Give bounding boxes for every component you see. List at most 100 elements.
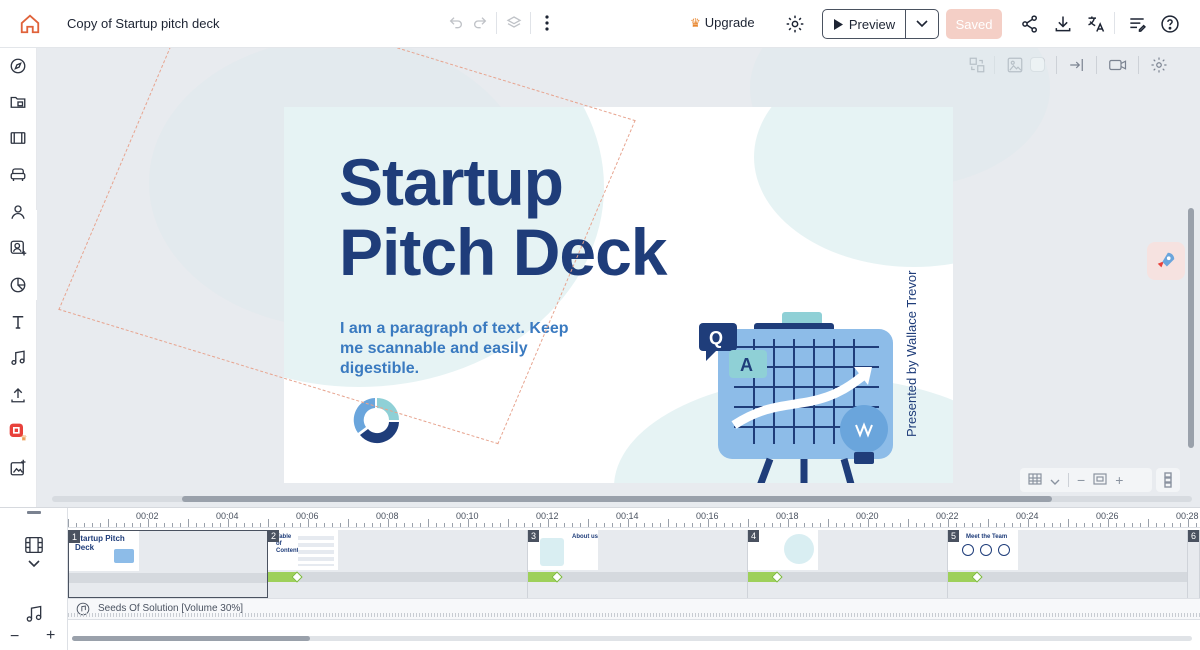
scene-clip[interactable]: Meet the Team 5 (948, 530, 1188, 598)
ruler-tick (940, 523, 941, 527)
translate-icon[interactable] (1085, 13, 1107, 35)
a-bubble-label: A (740, 355, 753, 375)
preview-dropdown-button[interactable] (906, 20, 938, 28)
chevron-down-icon[interactable] (1050, 472, 1060, 488)
preview-button[interactable]: Preview (823, 10, 906, 38)
transition-icon[interactable] (1068, 56, 1086, 74)
crown-icon: ♛ (690, 15, 701, 30)
fit-screen-icon[interactable] (1093, 472, 1107, 488)
timeline-scrollbar[interactable] (72, 636, 1192, 641)
ruler-tick (268, 519, 269, 527)
scene-clip[interactable]: Startup Pitch Deck 1 (68, 530, 268, 598)
scene-clip[interactable]: Table of Contents 2 (268, 530, 528, 598)
divider (1114, 12, 1115, 34)
left-sidebar: ♛ (0, 48, 37, 507)
zoom-in-button[interactable]: + (1115, 472, 1123, 488)
upload-icon[interactable] (8, 385, 28, 405)
ruler-tick (76, 523, 77, 527)
music-track-icon[interactable] (24, 604, 44, 624)
more-options-icon[interactable] (538, 13, 556, 33)
ruler-tick (124, 523, 125, 527)
slide-blob (754, 107, 953, 267)
elements-icon[interactable] (8, 165, 28, 185)
saved-button[interactable]: Saved (946, 9, 1002, 39)
drag-handle[interactable] (27, 511, 41, 514)
characters-icon[interactable] (8, 202, 28, 222)
canvas-vertical-scrollbar[interactable] (1188, 208, 1194, 448)
video-camera-icon[interactable] (1108, 56, 1128, 74)
ruler-tick (996, 523, 997, 527)
ruler-tick (692, 523, 693, 527)
ruler-tick (932, 523, 933, 527)
q-bubble-label: Q (709, 328, 723, 348)
ruler-tick (980, 523, 981, 527)
ruler-tick (860, 523, 861, 527)
ruler-tick (332, 523, 333, 527)
grid-view-icon[interactable] (1028, 472, 1042, 488)
ruler-tick (276, 523, 277, 527)
ruler-tick (212, 523, 213, 527)
undo-icon[interactable] (447, 14, 465, 32)
upgrade-button[interactable]: ♛ Upgrade (690, 15, 755, 30)
share-icon[interactable] (1019, 13, 1041, 35)
more-canvas-options-button[interactable] (1156, 468, 1180, 492)
templates-icon[interactable] (8, 92, 28, 112)
music-icon[interactable] (8, 348, 28, 368)
settings-gear-icon[interactable] (785, 14, 805, 34)
ruler-tick (508, 519, 509, 527)
redo-icon[interactable] (471, 14, 489, 32)
scenes-track-icon[interactable] (24, 536, 44, 554)
timeline-zoom-out-button[interactable]: − (10, 628, 19, 646)
ruler-tick (716, 523, 717, 527)
canvas-horizontal-scrollbar[interactable] (52, 496, 1192, 502)
timeline-zoom-in-button[interactable]: + (46, 627, 55, 645)
timeline-panel: − + 00:02 00:04 00:06 00:08 00:10 00:12 00:14 0… (0, 507, 1200, 650)
scene-clip[interactable]: 4 (748, 530, 948, 598)
script-notes-icon[interactable] (1126, 13, 1148, 35)
ai-assistant-button[interactable] (1147, 242, 1185, 280)
chevron-down-icon[interactable] (28, 560, 40, 568)
scenes-icon[interactable] (8, 128, 28, 148)
ruler-tick (964, 523, 965, 527)
zoom-out-button[interactable]: − (1077, 472, 1085, 488)
ruler-tick (476, 523, 477, 527)
ruler-label: 00:24 (1016, 511, 1039, 521)
ruler-tick (1052, 523, 1053, 527)
document-title[interactable]: Copy of Startup pitch deck (67, 16, 219, 31)
brand-icon[interactable]: ♛ (8, 422, 28, 442)
audio-waveform (68, 613, 1200, 617)
layers-icon[interactable] (505, 14, 523, 32)
text-icon[interactable] (8, 312, 28, 332)
audio-track[interactable]: Seeds Of Solution [Volume 30%] (68, 598, 1200, 620)
ruler-tick (284, 523, 285, 527)
timeline-ruler[interactable]: 00:02 00:04 00:06 00:08 00:10 00:12 00:14 00:16… (68, 508, 1200, 528)
scene-clip[interactable]: About us 3 (528, 530, 748, 598)
scene-clip[interactable]: 6 (1188, 530, 1200, 598)
ai-media-icon[interactable] (8, 458, 28, 478)
chevron-down-icon (916, 20, 928, 28)
compass-icon[interactable] (8, 56, 28, 76)
ruler-tick (436, 523, 437, 527)
chart-icon[interactable] (8, 275, 28, 295)
ruler-tick (412, 523, 413, 527)
ruler-tick (612, 523, 613, 527)
avatar-icon[interactable] (8, 238, 28, 258)
slide-canvas[interactable]: Startup Pitch Deck I am a paragraph of t… (284, 107, 953, 483)
ruler-tick (892, 523, 893, 527)
ruler-tick (732, 523, 733, 527)
ruler-tick (1140, 523, 1141, 527)
cycle-ring-icon[interactable] (352, 395, 402, 445)
home-icon[interactable] (18, 12, 42, 36)
pitch-board-illustration[interactable]: Q A (694, 307, 914, 483)
ruler-tick (340, 523, 341, 527)
scrollbar-thumb[interactable] (182, 496, 1052, 502)
scrollbar-thumb[interactable] (72, 636, 310, 641)
scene-settings-icon[interactable] (1150, 56, 1168, 74)
slide-paragraph[interactable]: I am a paragraph of text. Keep me scanna… (340, 319, 570, 379)
scene-number: 2 (268, 530, 280, 542)
download-icon[interactable] (1052, 13, 1074, 35)
help-icon[interactable] (1159, 13, 1181, 35)
scene-number: 4 (748, 530, 760, 542)
slide-title[interactable]: Startup Pitch Deck (339, 147, 667, 287)
ruler-tick (236, 523, 237, 527)
